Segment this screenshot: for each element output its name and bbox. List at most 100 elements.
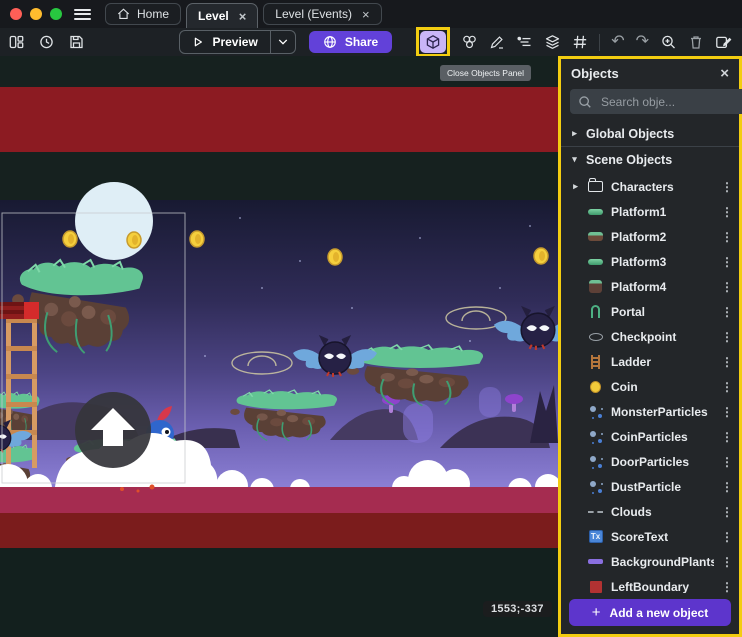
item-menu-icon[interactable]: ⋮: [721, 430, 731, 444]
window-controls: [10, 8, 62, 20]
item-menu-icon[interactable]: ⋮: [721, 255, 731, 269]
zoom-in-button[interactable]: [660, 34, 677, 50]
section-scene-objects[interactable]: ▾ Scene Objects: [561, 147, 739, 172]
background-band-dark2: [0, 152, 558, 200]
toolbar-right: ↶ ↷: [416, 27, 733, 57]
coin-object[interactable]: [328, 249, 342, 265]
search-icon: [578, 95, 592, 109]
object-item-clouds[interactable]: Clouds ⋮: [561, 499, 739, 524]
item-menu-icon[interactable]: ⋮: [721, 305, 731, 319]
tab-bar: Home Level × Level (Events) ×: [105, 0, 382, 28]
particles-thumbnail-icon: [587, 479, 604, 495]
object-groups-icon: [461, 34, 478, 50]
object-item-platform3[interactable]: Platform3 ⋮: [561, 249, 739, 274]
object-item-coinparticles[interactable]: CoinParticles ⋮: [561, 424, 739, 449]
item-menu-icon[interactable]: ⋮: [721, 355, 731, 369]
add-new-object-button[interactable]: + Add a new object: [569, 599, 731, 626]
object-item-doorparticles[interactable]: DoorParticles ⋮: [561, 449, 739, 474]
scene-canvas[interactable]: [0, 56, 558, 637]
item-menu-icon[interactable]: ⋮: [721, 505, 731, 519]
coin-object[interactable]: [63, 231, 77, 247]
moon[interactable]: [75, 182, 153, 260]
dashed-line-thumbnail-icon: [587, 504, 604, 520]
search-input[interactable]: [599, 94, 742, 110]
layers-button[interactable]: [544, 34, 561, 50]
object-item-backgroundplants[interactable]: BackgroundPlants ⋮: [561, 549, 739, 574]
tab-label: Level: [198, 9, 229, 23]
coin-object[interactable]: [127, 232, 141, 248]
item-menu-icon[interactable]: ⋮: [721, 180, 731, 194]
item-menu-icon[interactable]: ⋮: [721, 480, 731, 494]
object-item-portal[interactable]: Portal ⋮: [561, 299, 739, 324]
particles-thumbnail-icon: [587, 454, 604, 470]
zoom-window-button[interactable]: [50, 8, 62, 20]
section-label: Scene Objects: [586, 153, 672, 167]
object-item-dustparticle[interactable]: DustParticle ⋮: [561, 474, 739, 499]
object-item-leftboundary[interactable]: LeftBoundary ⋮: [561, 574, 739, 593]
add-button-label: Add a new object: [610, 606, 709, 620]
left-boundary-object[interactable]: [0, 302, 39, 319]
item-menu-icon[interactable]: ⋮: [721, 455, 731, 469]
preview-button[interactable]: Preview: [179, 30, 295, 54]
close-tab-icon[interactable]: ×: [362, 8, 370, 21]
gdevelop-window: Home Level × Level (Events) ×: [0, 0, 742, 637]
object-item-coin[interactable]: Coin ⋮: [561, 374, 739, 399]
toolbar-center: Preview Share: [179, 30, 392, 54]
grid-button[interactable]: [572, 34, 588, 50]
coin-object[interactable]: [534, 248, 548, 264]
edit-properties-button[interactable]: [715, 34, 733, 50]
item-menu-icon[interactable]: ⋮: [721, 280, 731, 294]
search-box[interactable]: [570, 89, 742, 114]
item-menu-icon[interactable]: ⋮: [721, 380, 731, 394]
close-tab-icon[interactable]: ×: [239, 10, 247, 23]
tab-level[interactable]: Level ×: [186, 3, 258, 28]
object-groups-button[interactable]: [461, 34, 478, 50]
instances-list-button[interactable]: [516, 34, 533, 50]
objects-panel: Objects × ▸ Global Objects ▾ Scene Objec…: [558, 56, 742, 637]
share-button[interactable]: Share: [309, 31, 392, 53]
object-item-scoretext[interactable]: Tx ScoreText ⋮: [561, 524, 739, 549]
share-label: Share: [345, 35, 378, 49]
cursor-coordinates: 1553;-337: [483, 601, 552, 617]
preview-options-button[interactable]: [270, 31, 295, 53]
object-item-checkpoint[interactable]: Checkpoint ⋮: [561, 324, 739, 349]
delete-button[interactable]: [688, 34, 704, 50]
main-menu-icon[interactable]: [74, 9, 91, 20]
object-item-ladder[interactable]: Ladder ⋮: [561, 349, 739, 374]
item-menu-icon[interactable]: ⋮: [721, 205, 731, 219]
object-item-platform1[interactable]: Platform1 ⋮: [561, 199, 739, 224]
object-item-monsterparticles[interactable]: MonsterParticles ⋮: [561, 399, 739, 424]
section-global-objects[interactable]: ▸ Global Objects: [561, 121, 739, 146]
caret-right-icon[interactable]: ▸: [571, 181, 580, 192]
object-item-platform2[interactable]: Platform2 ⋮: [561, 224, 739, 249]
item-menu-icon[interactable]: ⋮: [721, 230, 731, 244]
edit-button[interactable]: [489, 34, 505, 50]
history-icon[interactable]: [38, 34, 55, 50]
minimize-window-button[interactable]: [30, 8, 42, 20]
item-menu-icon[interactable]: ⋮: [721, 530, 731, 544]
objects-panel-button[interactable]: [420, 31, 446, 53]
save-icon[interactable]: [68, 34, 85, 50]
objects-list: ▸ Characters ⋮ Platform1 ⋮ Platform2 ⋮: [561, 172, 739, 593]
item-menu-icon[interactable]: ⋮: [721, 580, 731, 594]
tab-level-events[interactable]: Level (Events) ×: [263, 3, 381, 25]
object-item-platform4[interactable]: Platform4 ⋮: [561, 274, 739, 299]
tooltip: Close Objects Panel: [440, 65, 531, 81]
close-panel-icon[interactable]: ×: [720, 66, 729, 81]
red-square-thumbnail-icon: [587, 579, 604, 594]
object-item-characters[interactable]: ▸ Characters ⋮: [561, 174, 739, 199]
portal-thumbnail-icon: [587, 304, 604, 320]
plus-icon: +: [592, 604, 601, 621]
redo-button[interactable]: ↷: [636, 34, 649, 50]
undo-button[interactable]: ↶: [611, 34, 624, 50]
ladder-thumbnail-icon: [587, 354, 604, 370]
item-menu-icon[interactable]: ⋮: [721, 555, 731, 569]
item-menu-icon[interactable]: ⋮: [721, 405, 731, 419]
close-window-button[interactable]: [10, 8, 22, 20]
background-band-red: [0, 87, 558, 152]
tab-home[interactable]: Home: [105, 3, 181, 25]
item-menu-icon[interactable]: ⋮: [721, 330, 731, 344]
arrow-control-object[interactable]: [75, 392, 151, 468]
panel-layout-icon[interactable]: [8, 34, 25, 50]
coin-object[interactable]: [190, 231, 204, 247]
